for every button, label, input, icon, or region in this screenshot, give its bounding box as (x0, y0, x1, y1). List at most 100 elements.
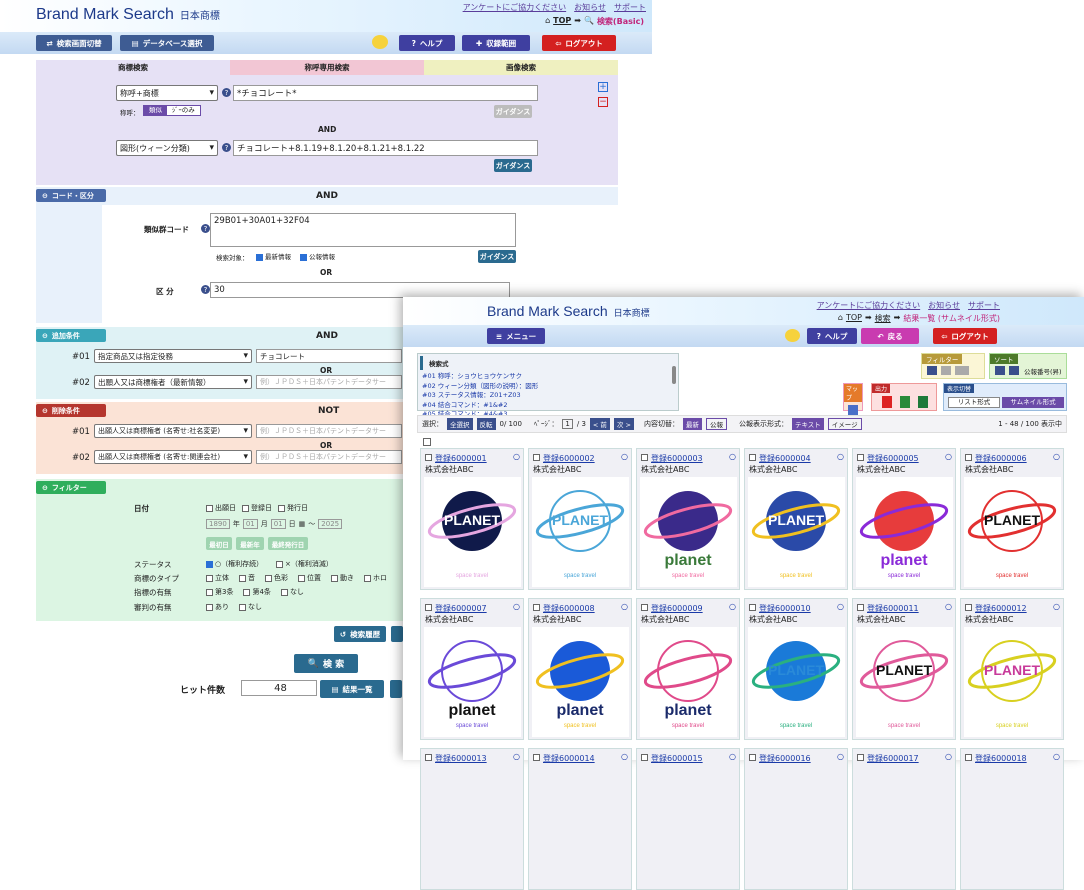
group-code-input[interactable]: 29B01+30A01+32F04 (210, 213, 516, 247)
clear-icon[interactable] (955, 366, 969, 375)
article-checkbox[interactable]: 第3条 (206, 587, 233, 597)
result-card[interactable]: 登録6000003 ○ 株式会社ABC planet space travel (636, 448, 740, 590)
exact-toggle[interactable]: ｼﾞｰのみ (167, 106, 200, 115)
registration-link[interactable]: 登録6000004 (749, 453, 811, 464)
year-from-select[interactable]: 1890 (206, 519, 230, 529)
query-input-2[interactable]: チョコレート+8.1.19+8.1.20+8.1.21+8.1.22 (233, 140, 538, 156)
type-checkbox[interactable]: 音 (239, 573, 255, 583)
result-card[interactable]: 登録6000018 ○ (960, 748, 1064, 890)
year-to-select[interactable]: 2025 (318, 519, 343, 529)
list-view-button[interactable]: リスト形式 (948, 397, 1000, 408)
result-card[interactable]: 登録6000010 ○ 株式会社ABC PLANET space travel (744, 598, 848, 740)
delete-field-select-2[interactable]: 出願人又は商標権者 (名寄せ:関連会社) (94, 450, 252, 464)
registration-link[interactable]: 登録6000010 (749, 603, 811, 614)
survey-link[interactable]: アンケートにご協力ください (817, 300, 921, 311)
zoom-icon[interactable]: ○ (945, 452, 952, 461)
result-card[interactable]: 登録6000006 ○ 株式会社ABC PLANET space travel (960, 448, 1064, 590)
pub-date-checkbox[interactable]: 発行日 (278, 503, 308, 513)
format-text-toggle[interactable]: テキスト (791, 418, 824, 430)
registration-link[interactable]: 登録6000002 (533, 453, 595, 464)
gear-icon[interactable] (927, 366, 937, 375)
type-checkbox[interactable]: 色彩 (265, 573, 288, 583)
help-icon[interactable]: ? (222, 143, 231, 152)
scope-button[interactable]: ✚ 収録範囲 (462, 35, 530, 51)
first-day-button[interactable]: 最初日 (206, 537, 232, 550)
registration-link[interactable]: 登録6000005 (857, 453, 919, 464)
invert-button[interactable]: 反転 (476, 418, 496, 430)
tab-image[interactable]: 画像検索 (424, 60, 618, 75)
registration-link[interactable]: 登録6000009 (641, 603, 703, 614)
zoom-icon[interactable]: ○ (837, 452, 844, 461)
help-button[interactable]: ? ヘルプ (807, 328, 857, 344)
select-all-checkbox[interactable] (423, 438, 431, 446)
type-checkbox[interactable]: 動き (331, 573, 354, 583)
guidance-button-2[interactable]: ガイダンス (494, 159, 532, 172)
gear-icon[interactable] (995, 366, 1005, 375)
select-all-button[interactable]: 全選択 (447, 418, 473, 430)
tab-trademark[interactable]: 商標検索 (36, 60, 230, 75)
field-select-1[interactable]: 称呼+商標 (116, 85, 218, 101)
code-section-header[interactable]: ⊖ コード・区分 (36, 189, 106, 202)
add-field-select-1[interactable]: 指定商品又は指定役務 (94, 349, 252, 363)
crumb-top[interactable]: TOP (553, 16, 571, 27)
status-dead-checkbox[interactable]: ×（権利消滅） (276, 559, 333, 569)
zoom-icon[interactable]: ○ (945, 602, 952, 611)
undo-icon[interactable] (1009, 366, 1019, 375)
news-link[interactable]: お知らせ (928, 300, 960, 311)
result-card[interactable]: 登録6000004 ○ 株式会社ABC PLANET space travel (744, 448, 848, 590)
query-input-1[interactable]: *チョコレート* (233, 85, 538, 101)
logo-image[interactable]: PLANET space travel (964, 477, 1061, 587)
result-list-button[interactable]: ▤ 結果一覧 (320, 680, 384, 698)
logo-image[interactable]: PLANET space travel (424, 477, 521, 587)
crumb-top[interactable]: TOP (846, 313, 862, 324)
more-button[interactable] (391, 626, 403, 642)
registration-link[interactable]: 登録6000001 (425, 453, 487, 464)
content-gazette-toggle[interactable]: 公報 (705, 418, 727, 430)
zoom-icon[interactable]: ○ (621, 452, 628, 461)
thumbnail-view-button[interactable]: サムネイル形式 (1002, 397, 1064, 408)
map-icon[interactable] (848, 405, 858, 415)
delete-input-2[interactable]: 例）ＪＰＤＳ＋日本パテントデータサー (256, 450, 402, 464)
registration-link[interactable]: 登録6000016 (749, 753, 811, 764)
support-link[interactable]: サポート (614, 2, 646, 13)
registration-link[interactable]: 登録6000018 (965, 753, 1027, 764)
month-from-select[interactable]: 01 (242, 519, 258, 529)
trial-checkbox[interactable]: なし (239, 602, 262, 612)
result-card[interactable]: 登録6000012 ○ 株式会社ABC PLANET space travel (960, 598, 1064, 740)
add-input-1[interactable]: チョコレート (256, 349, 402, 363)
type-checkbox[interactable]: 位置 (298, 573, 321, 583)
add-row-icon[interactable]: + (598, 82, 608, 92)
db-select-button[interactable]: ▤ データベース選択 (120, 35, 214, 51)
result-card[interactable]: 登録6000017 ○ (852, 748, 956, 890)
search-button[interactable]: 🔍 検 索 (294, 654, 358, 673)
help-icon[interactable]: ? (201, 285, 210, 294)
delete-section-header[interactable]: ⊖ 削除条件 (36, 404, 106, 417)
registration-link[interactable]: 登録6000012 (965, 603, 1027, 614)
registration-link[interactable]: 登録6000015 (641, 753, 703, 764)
logo-image[interactable]: PLANET space travel (856, 627, 953, 737)
next-button[interactable]: 次 > (613, 418, 634, 430)
similar-toggle[interactable]: 類似 (144, 106, 167, 115)
remove-row-icon[interactable]: − (598, 97, 608, 107)
registration-link[interactable]: 登録6000011 (857, 603, 919, 614)
guidance-button-1[interactable]: ガイダンス (494, 105, 532, 118)
add-section-header[interactable]: ⊖ 追加条件 (36, 329, 106, 342)
help-button[interactable]: ? ヘルプ (399, 35, 455, 51)
day-from-select[interactable]: 01 (270, 519, 286, 529)
add-field-select-2[interactable]: 出願人又は商標権者（最新情報） (94, 375, 252, 389)
zoom-icon[interactable]: ○ (513, 452, 520, 461)
page-select[interactable]: 1 (562, 419, 573, 429)
result-card[interactable]: 登録6000007 ○ 株式会社ABC planet space travel (420, 598, 524, 740)
scrollbar[interactable] (672, 366, 676, 384)
type-checkbox[interactable]: ホロ (364, 573, 387, 583)
field-select-2[interactable]: 図形(ウィーン分類) (116, 140, 218, 156)
news-link[interactable]: お知らせ (574, 2, 606, 13)
tab-reading[interactable]: 称呼専用検索 (230, 60, 424, 75)
registration-link[interactable]: 登録6000017 (857, 753, 919, 764)
zoom-icon[interactable]: ○ (1053, 452, 1060, 461)
zoom-icon[interactable]: ○ (837, 602, 844, 611)
calendar-icon[interactable]: ▦ (299, 520, 306, 528)
logo-image[interactable]: planet space travel (640, 627, 737, 737)
back-button[interactable]: ↶ 戻る (861, 328, 919, 344)
more-button[interactable] (390, 680, 402, 698)
